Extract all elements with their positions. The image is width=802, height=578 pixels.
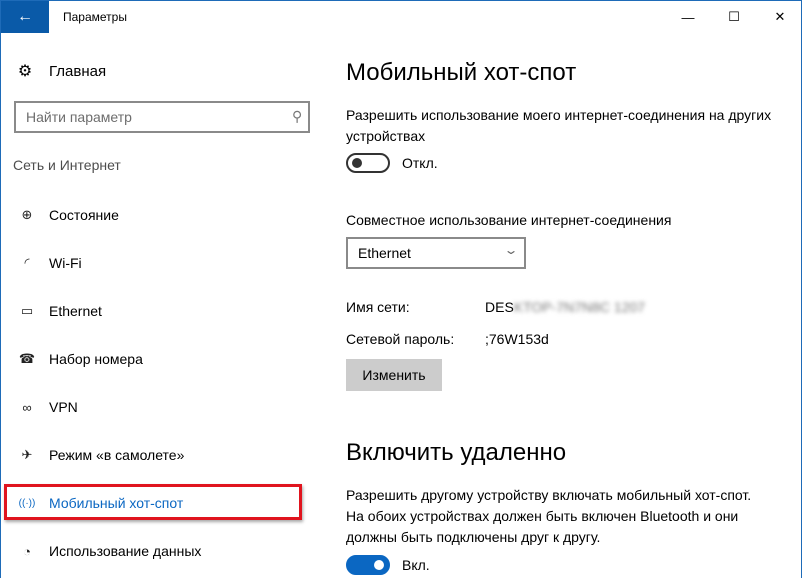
settings-window: ← Параметры — ☐ ✕ ⚙ Главная Найти параме… <box>0 0 802 578</box>
share-toggle[interactable] <box>346 153 390 173</box>
toggle-knob <box>352 158 362 168</box>
sidebar-item-dialup[interactable]: ☎ Набор номера <box>1 341 321 377</box>
share-from-dropdown[interactable]: Ethernet ⌄ <box>346 237 526 269</box>
arrow-left-icon: ← <box>17 8 33 25</box>
sidebar-item-data-usage[interactable]: ◔ Использование данных <box>1 533 321 569</box>
wifi-icon: ◜ <box>24 255 30 270</box>
network-name-value: DESKTOP-7N7N8C 1207 <box>485 299 645 315</box>
sidebar-item-label: Режим «в самолете» <box>49 447 185 463</box>
sidebar-item-vpn[interactable]: ∞ VPN <box>1 389 321 425</box>
share-toggle-row: Откл. <box>346 153 438 173</box>
share-description: Разрешить использование моего интернет-с… <box>346 107 772 144</box>
dropdown-value: Ethernet <box>358 245 411 261</box>
network-name-visible: DES <box>485 299 514 315</box>
remote-toggle-row: Вкл. <box>346 555 430 575</box>
sidebar-item-label: Использование данных <box>49 543 202 559</box>
password-row: Сетевой пароль: ;76W153d <box>346 331 549 347</box>
globe-network-icon: ⊕ <box>21 207 33 222</box>
sidebar: ⚙ Главная Найти параметр ⚲ Сеть и Интерн… <box>1 33 321 578</box>
sidebar-home[interactable]: ⚙ Главная <box>15 61 106 81</box>
share-toggle-label: Откл. <box>402 155 438 171</box>
network-name-blurred: KTOP-7N7N8C 1207 <box>513 299 646 315</box>
gear-icon: ⚙ <box>17 63 33 80</box>
dialup-phone-icon: ☎ <box>18 351 36 366</box>
sidebar-item-label: VPN <box>49 399 78 415</box>
remote-title: Включить удаленно <box>346 439 567 466</box>
close-icon: ✕ <box>774 9 786 24</box>
toggle-knob <box>374 560 384 570</box>
section-label: Сеть и Интернет <box>13 157 121 173</box>
share-from-label: Совместное использование интернет-соедин… <box>346 212 672 228</box>
remote-toggle[interactable] <box>346 555 390 575</box>
sidebar-item-label: Состояние <box>49 207 119 223</box>
window-title: Параметры <box>63 10 127 24</box>
sidebar-item-wifi[interactable]: ◜ Wi-Fi <box>1 245 321 281</box>
password-value: ;76W153d <box>485 331 549 347</box>
back-button[interactable]: ← <box>1 1 49 33</box>
chevron-down-icon: ⌄ <box>503 243 519 257</box>
sidebar-item-status[interactable]: ⊕ Состояние <box>1 197 321 233</box>
maximize-button[interactable]: ☐ <box>711 1 757 33</box>
remote-toggle-label: Вкл. <box>402 557 430 573</box>
search-icon: ⚲ <box>291 108 302 124</box>
ethernet-icon: ▭ <box>20 303 34 318</box>
network-name-label: Имя сети: <box>346 299 410 315</box>
minimize-icon: — <box>681 9 695 25</box>
title-bar: ← Параметры — ☐ ✕ <box>1 1 801 33</box>
close-button[interactable]: ✕ <box>757 1 802 33</box>
page-title: Мобильный хот-спот <box>346 59 577 86</box>
maximize-icon: ☐ <box>728 9 740 24</box>
search-placeholder: Найти параметр <box>26 109 132 125</box>
data-usage-icon: ◔ <box>23 543 31 559</box>
airplane-icon: ✈ <box>21 447 33 462</box>
search-input[interactable]: Найти параметр ⚲ <box>14 101 310 133</box>
edit-button[interactable]: Изменить <box>346 359 442 391</box>
vpn-icon: ∞ <box>22 399 32 415</box>
sidebar-item-label: Ethernet <box>49 303 102 319</box>
minimize-button[interactable]: — <box>665 1 711 33</box>
network-name-row: Имя сети: DESKTOP-7N7N8C 1207 <box>346 299 645 315</box>
password-label: Сетевой пароль: <box>346 331 455 347</box>
home-label: Главная <box>49 62 107 80</box>
sidebar-item-label: Wi-Fi <box>49 255 82 271</box>
sidebar-item-ethernet[interactable]: ▭ Ethernet <box>1 293 321 329</box>
remote-description: Разрешить другому устройству включать мо… <box>346 487 752 545</box>
highlight-annotation-box <box>4 484 302 520</box>
sidebar-item-airplane[interactable]: ✈ Режим «в самолете» <box>1 437 321 473</box>
sidebar-item-label: Набор номера <box>49 351 143 367</box>
